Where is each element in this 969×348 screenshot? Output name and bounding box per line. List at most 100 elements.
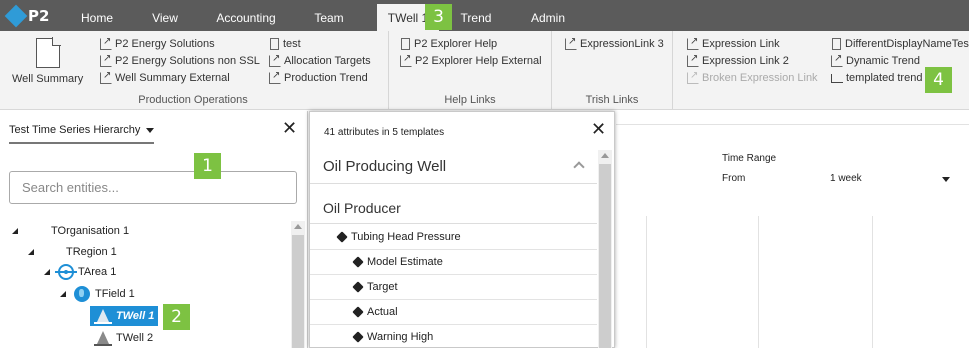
globe-icon <box>74 286 90 302</box>
tab-home[interactable]: Home <box>70 0 124 31</box>
tag-icon <box>336 231 348 243</box>
ribbon-link[interactable]: Allocation Targets <box>269 51 371 69</box>
tag-icon <box>352 281 364 293</box>
ribbon-link[interactable]: Production Trend <box>269 68 368 86</box>
tab-trend[interactable]: Trend <box>452 0 500 31</box>
ribbon-link[interactable]: ExpressionLink 3 <box>565 34 664 52</box>
template-title: Oil Producing Well <box>323 158 447 175</box>
trend-area: Time Range From 1 week <box>616 111 969 348</box>
target-icon <box>55 264 77 280</box>
caret-down-icon <box>146 127 155 133</box>
link-label: Expression Link 2 <box>702 55 789 67</box>
ribbon-link[interactable]: DifferentDisplayNameTest <box>831 36 969 52</box>
well-summary-document-icon[interactable] <box>36 37 61 68</box>
sub-template-header[interactable]: Oil Producer <box>310 196 597 224</box>
ribbon-link[interactable]: P2 Energy Solutions non SSL <box>100 51 260 69</box>
from-dropdown[interactable]: 1 week <box>830 173 862 184</box>
attribute-item[interactable]: Warning High <box>310 325 597 348</box>
tree-node[interactable]: TField 1 <box>60 286 135 302</box>
link-label: Broken Expression Link <box>702 72 818 84</box>
expand-triangle-icon[interactable] <box>44 269 50 275</box>
group-label-trish-links: Trish Links <box>585 94 639 106</box>
external-link-icon <box>269 68 281 84</box>
time-range-label: Time Range <box>722 153 777 164</box>
ribbon-link[interactable]: Expression Link 2 <box>687 51 789 69</box>
ribbon-link[interactable]: templated trend <box>831 70 922 86</box>
attribute-label: Tubing Head Pressure <box>351 231 461 243</box>
ribbon-divider <box>672 31 673 109</box>
close-icon[interactable]: ✕ <box>282 119 297 137</box>
tree-scrollbar[interactable] <box>291 221 305 348</box>
popup-scrollbar[interactable] <box>598 150 612 348</box>
ribbon-link[interactable]: Well Summary External <box>100 68 230 86</box>
tree-node[interactable]: TOrganisation 1 <box>12 225 129 237</box>
expand-triangle-icon[interactable] <box>12 228 18 234</box>
expand-triangle-icon[interactable] <box>28 249 34 255</box>
attribute-item[interactable]: Model Estimate <box>310 250 597 275</box>
link-label: P2 Explorer Help External <box>415 55 542 67</box>
scroll-up-arrow-icon[interactable] <box>601 153 609 158</box>
group-label-production-operations: Production Operations <box>138 94 248 106</box>
ribbon-link[interactable]: P2 Explorer Help <box>400 36 497 52</box>
attribute-item[interactable]: Actual <box>310 300 597 325</box>
search-input[interactable]: Search entities... <box>9 171 297 204</box>
ribbon-link[interactable]: P2 Energy Solutions <box>100 34 215 52</box>
tab-view[interactable]: View <box>140 0 190 31</box>
external-link-icon <box>100 51 112 67</box>
template-header[interactable]: Oil Producing Well <box>310 150 597 184</box>
tree-node[interactable]: TArea 1 <box>44 264 116 280</box>
document-icon <box>270 38 279 50</box>
entity-tree-panel: Test Time Series Hierarchy ✕ Search enti… <box>0 111 308 348</box>
link-label: templated trend <box>846 72 923 84</box>
attributes-popup: 41 attributes in 5 templates ✕ Oil Produ… <box>309 111 615 348</box>
app-logo[interactable]: P2 <box>4 4 49 28</box>
scrollbar-thumb[interactable] <box>599 164 611 348</box>
close-icon[interactable]: ✕ <box>591 120 606 138</box>
link-label: Production Trend <box>284 72 368 84</box>
document-icon <box>401 38 410 50</box>
ribbon-link[interactable]: test <box>269 36 301 52</box>
external-link-icon <box>100 68 112 84</box>
tag-icon <box>352 256 364 268</box>
scrollbar-thumb[interactable] <box>292 235 304 348</box>
ribbon-link-disabled: Broken Expression Link <box>687 68 818 86</box>
annotation-badge-2: 2 <box>163 304 190 330</box>
tree-node[interactable]: TRegion 1 <box>28 246 117 258</box>
annotation-badge-4: 4 <box>925 67 952 93</box>
tree-node[interactable]: TWell 2 <box>94 330 153 346</box>
external-link-icon <box>687 51 699 67</box>
attribute-label: Actual <box>367 306 398 318</box>
external-link-icon <box>565 34 577 50</box>
hierarchy-dropdown[interactable]: Test Time Series Hierarchy <box>9 124 155 144</box>
tag-icon <box>352 331 364 343</box>
ribbon-divider <box>388 31 389 109</box>
attribute-item[interactable]: Tubing Head Pressure <box>310 225 597 250</box>
annotation-badge-1: 1 <box>194 153 221 179</box>
expand-triangle-icon[interactable] <box>60 291 66 297</box>
tree-node-label: TArea 1 <box>78 266 117 278</box>
tab-team[interactable]: Team <box>303 0 355 31</box>
ribbon-link[interactable]: P2 Explorer Help External <box>400 51 542 69</box>
tree-node-selected[interactable]: TWell 1 <box>90 306 159 326</box>
scroll-up-arrow-icon[interactable] <box>294 224 302 229</box>
tag-icon <box>352 306 364 318</box>
external-link-icon <box>269 51 281 67</box>
link-label: Allocation Targets <box>284 55 371 67</box>
well-summary-button[interactable]: Well Summary <box>12 73 83 85</box>
tab-admin[interactable]: Admin <box>520 0 576 31</box>
tab-accounting[interactable]: Accounting <box>208 0 284 31</box>
line-chart-icon <box>831 72 843 84</box>
annotation-badge-3: 3 <box>425 4 452 30</box>
caret-down-icon[interactable] <box>942 177 950 182</box>
chevron-up-icon[interactable] <box>573 161 585 173</box>
document-icon <box>832 38 841 50</box>
well-icon <box>94 308 112 324</box>
grid-line <box>758 216 759 348</box>
attribute-label: Model Estimate <box>367 256 443 268</box>
external-link-icon <box>687 34 699 50</box>
ribbon-link[interactable]: Expression Link <box>687 34 780 52</box>
hierarchy-label: Test Time Series Hierarchy <box>9 124 141 136</box>
ribbon-link[interactable]: Dynamic Trend <box>831 51 920 69</box>
external-link-icon <box>831 51 843 67</box>
attribute-item[interactable]: Target <box>310 275 597 300</box>
